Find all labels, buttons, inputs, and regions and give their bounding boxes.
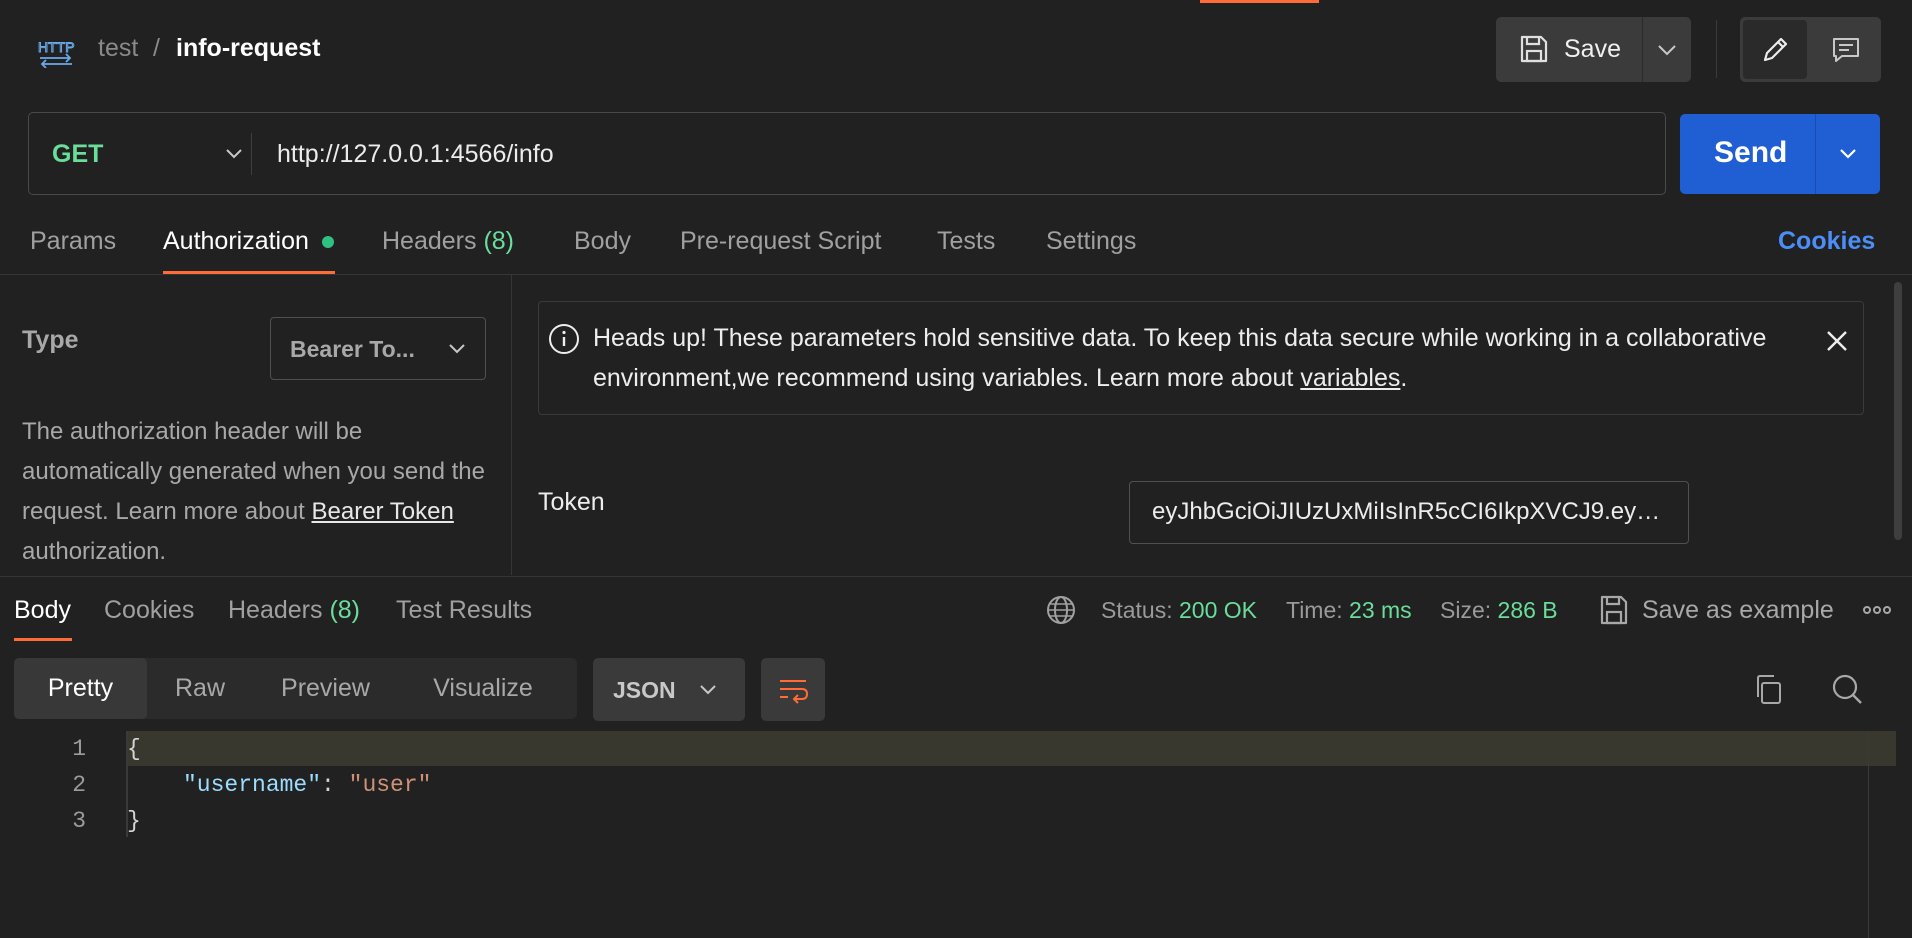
- edit-button[interactable]: [1743, 20, 1807, 79]
- token-value: eyJhbGciOiJIUzUxMiIsInR5cCI6IkpXVCJ9.eyJ…: [1152, 498, 1668, 525]
- chevron-down-icon: [700, 685, 716, 695]
- svg-text:HTTP: HTTP: [38, 39, 75, 55]
- cookies-link[interactable]: Cookies: [1778, 227, 1875, 256]
- time-readout: Time: 23 ms: [1286, 597, 1412, 624]
- bearer-token-link[interactable]: Bearer Token: [312, 498, 454, 525]
- tab-pre-request-script[interactable]: Pre-request Script: [680, 227, 881, 256]
- save-as-example-button[interactable]: Save as example: [1642, 596, 1834, 625]
- active-tab-underline: [14, 638, 72, 641]
- response-tab-headers[interactable]: Headers (8): [228, 596, 360, 625]
- breadcrumb-collection[interactable]: test: [98, 34, 138, 63]
- save-label: Save: [1564, 35, 1621, 63]
- http-icon: HTTP: [38, 39, 75, 68]
- save-button-group: Save: [1496, 17, 1691, 82]
- comment-icon: [1833, 38, 1859, 62]
- tab-params[interactable]: Params: [30, 227, 116, 256]
- code-line[interactable]: }: [127, 808, 141, 834]
- save-icon[interactable]: [1598, 593, 1630, 627]
- response-tab-test-results[interactable]: Test Results: [396, 596, 532, 625]
- size-readout: Size: 286 B: [1440, 597, 1558, 624]
- pencil-icon: [1763, 37, 1788, 62]
- status-dot: [322, 236, 334, 248]
- tab-tests[interactable]: Tests: [937, 227, 995, 256]
- json-value: "user": [348, 772, 432, 798]
- view-visualize[interactable]: Visualize: [398, 658, 568, 719]
- tab-settings[interactable]: Settings: [1046, 227, 1136, 256]
- method-select[interactable]: GET: [52, 140, 103, 169]
- divider: [0, 576, 1912, 577]
- tab-headers-label: Headers: [382, 227, 477, 255]
- chevron-down-icon: [1840, 149, 1856, 159]
- format-value: JSON: [613, 677, 676, 703]
- token-input[interactable]: eyJhbGciOiJIUzUxMiIsInR5cCI6IkpXVCJ9.eyJ…: [1129, 481, 1689, 544]
- line-number: 2: [72, 772, 86, 798]
- divider: [1716, 20, 1717, 78]
- json-colon: :: [321, 772, 349, 798]
- variables-link[interactable]: variables: [1300, 364, 1400, 392]
- save-icon: [1520, 35, 1548, 63]
- save-button[interactable]: Save: [1496, 17, 1642, 82]
- code-line[interactable]: "username": "user": [183, 772, 431, 798]
- send-button-group: Send: [1680, 114, 1880, 194]
- line-number: 3: [72, 808, 86, 834]
- time-label: Time:: [1286, 597, 1343, 623]
- current-line-highlight: [126, 731, 1896, 766]
- more-icon[interactable]: [1862, 600, 1892, 620]
- response-view-selector: Pretty Raw Preview Visualize: [14, 658, 577, 719]
- response-headers-count: (8): [329, 596, 361, 624]
- format-select[interactable]: JSON: [593, 658, 745, 721]
- time-value: 23 ms: [1349, 597, 1412, 623]
- chevron-down-icon[interactable]: [219, 139, 249, 169]
- globe-icon[interactable]: [1045, 594, 1077, 626]
- divider: [251, 133, 252, 175]
- send-options-button[interactable]: [1816, 114, 1880, 194]
- url-input[interactable]: http://127.0.0.1:4566/info: [277, 140, 554, 169]
- copy-icon[interactable]: [1752, 673, 1784, 707]
- response-tab-cookies[interactable]: Cookies: [104, 596, 194, 625]
- send-button[interactable]: Send: [1714, 136, 1787, 170]
- request-header: HTTP test / info-request Save: [0, 0, 1912, 100]
- notice-text: Heads up! These parameters hold sensitiv…: [593, 324, 1767, 392]
- auth-description: The authorization header will be automat…: [22, 412, 492, 572]
- tab-authorization[interactable]: Authorization: [163, 227, 309, 256]
- wrap-lines-button[interactable]: [761, 658, 825, 721]
- view-raw[interactable]: Raw: [147, 658, 253, 719]
- auth-type-select[interactable]: Bearer To...: [270, 317, 486, 380]
- url-bar: GET http://127.0.0.1:4566/info: [28, 112, 1666, 195]
- notice-period: .: [1400, 364, 1408, 392]
- scrollbar[interactable]: [1894, 282, 1902, 540]
- request-title[interactable]: info-request: [176, 34, 320, 63]
- view-mode-group: [1740, 17, 1881, 82]
- comments-button[interactable]: [1812, 20, 1878, 79]
- breadcrumb-separator: /: [153, 34, 160, 62]
- line-number: 1: [72, 736, 86, 762]
- response-headers-label: Headers: [228, 596, 323, 624]
- notice-message: Heads up! These parameters hold sensitiv…: [593, 318, 1793, 398]
- view-pretty[interactable]: Pretty: [14, 658, 147, 719]
- chevron-down-icon: [449, 344, 465, 354]
- status-label: Status:: [1101, 597, 1173, 623]
- auth-type-label: Type: [22, 326, 79, 354]
- headers-count: (8): [483, 227, 515, 255]
- save-options-button[interactable]: [1643, 17, 1691, 82]
- wrap-lines-icon: [780, 680, 809, 704]
- chevron-down-icon: [1658, 45, 1676, 56]
- status-readout: Status: 200 OK: [1101, 597, 1257, 624]
- auth-type-value: Bearer To...: [290, 336, 415, 362]
- code-line[interactable]: {: [127, 736, 141, 762]
- scrollbar[interactable]: [1868, 731, 1869, 938]
- size-value: 286 B: [1497, 597, 1558, 623]
- view-preview[interactable]: Preview: [253, 658, 398, 719]
- size-label: Size:: [1440, 597, 1492, 623]
- search-icon[interactable]: [1830, 672, 1864, 706]
- info-icon: [549, 324, 579, 354]
- close-icon[interactable]: [1822, 326, 1852, 356]
- json-key: "username": [183, 772, 322, 798]
- response-tab-body[interactable]: Body: [14, 596, 71, 625]
- tab-body[interactable]: Body: [574, 227, 631, 256]
- status-value: 200 OK: [1179, 597, 1257, 623]
- token-label: Token: [538, 488, 605, 516]
- auth-description-suffix: authorization.: [22, 538, 167, 565]
- tab-headers[interactable]: Headers (8): [382, 227, 514, 256]
